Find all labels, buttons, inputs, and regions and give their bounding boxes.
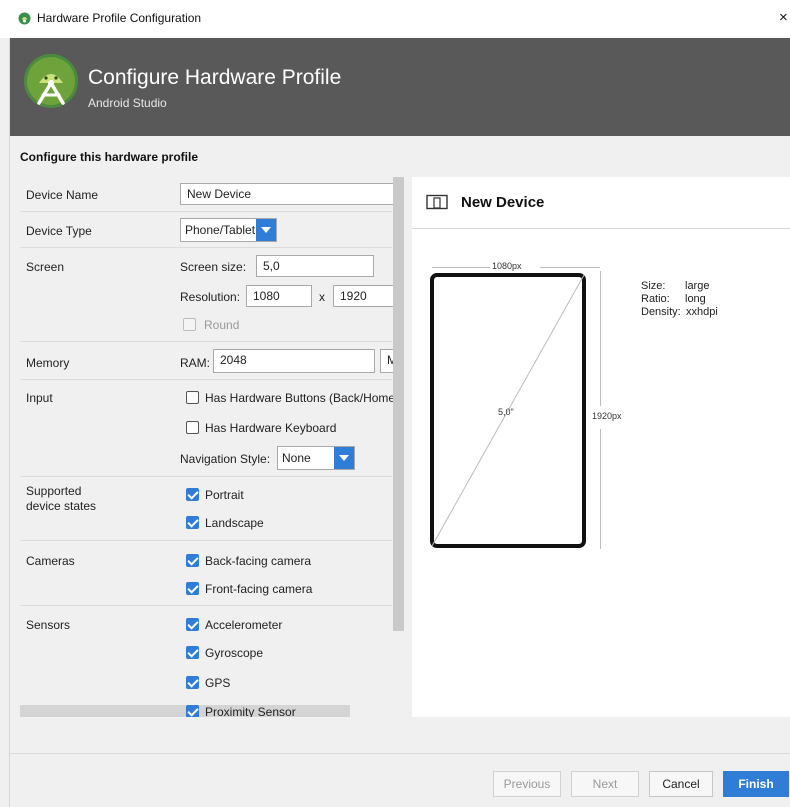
cancel-button[interactable]: Cancel (649, 771, 713, 797)
row-divider (20, 341, 392, 342)
landscape-checkbox[interactable] (186, 516, 199, 529)
finish-button[interactable]: Finish (723, 771, 789, 797)
row-divider (20, 379, 392, 380)
row-divider (20, 605, 392, 606)
supported-states-label-2: device states (26, 499, 97, 513)
width-px-label: 1080px (492, 261, 522, 271)
ram-input[interactable]: 2048 (213, 349, 375, 373)
navigation-style-dropdown[interactable]: None (277, 446, 355, 470)
finish-label: Finish (738, 777, 774, 791)
close-icon[interactable]: × (779, 9, 788, 26)
chevron-down-icon[interactable] (256, 219, 276, 241)
navigation-style-value: None (282, 451, 311, 465)
portrait-checkbox[interactable] (186, 488, 199, 501)
density-value: xxhdpi (686, 306, 718, 318)
hardware-keyboard-checkbox[interactable] (186, 421, 199, 434)
android-studio-icon (18, 12, 31, 25)
resolution-x: x (319, 290, 325, 304)
height-dimension-line (600, 271, 601, 406)
hardware-form: Device Name New Device Device Type Phone… (20, 177, 404, 717)
resolution-label: Resolution: (180, 290, 241, 304)
ram-label: RAM: (180, 356, 210, 370)
density-label: Density: (641, 306, 681, 318)
gyroscope-label: Gyroscope (205, 646, 264, 660)
hardware-keyboard-label: Has Hardware Keyboard (205, 421, 337, 435)
screen-size-input[interactable]: 5,0 (256, 255, 374, 277)
resolution-height-input[interactable]: 1920 (333, 285, 397, 307)
width-dimension-line (432, 267, 490, 268)
android-studio-logo (24, 54, 78, 108)
back-camera-checkbox[interactable] (186, 554, 199, 567)
gps-checkbox[interactable] (186, 676, 199, 689)
resolution-width-input[interactable]: 1080 (246, 285, 312, 307)
screen-size-label: Screen size: (180, 260, 247, 274)
sensors-label: Sensors (26, 618, 71, 632)
round-label: Round (204, 318, 240, 332)
previous-button[interactable]: Previous (493, 771, 561, 797)
memory-label: Memory (26, 356, 70, 370)
height-px-label: 1920px (592, 411, 622, 421)
accelerometer-checkbox[interactable] (186, 618, 199, 631)
back-camera-label: Back-facing camera (205, 554, 312, 568)
device-name-label: Device Name (26, 188, 99, 202)
device-type-label: Device Type (26, 224, 92, 238)
header-title: Configure Hardware Profile (88, 66, 342, 89)
height-dimension-line (600, 429, 601, 549)
phone-tablet-icon (426, 194, 448, 210)
row-divider (20, 476, 392, 477)
row-divider (20, 211, 392, 212)
input-label: Input (26, 391, 53, 405)
round-checkbox[interactable] (183, 318, 196, 331)
next-button[interactable]: Next (571, 771, 639, 797)
row-divider (20, 247, 392, 248)
ratio-label: Ratio: (641, 293, 670, 305)
accelerometer-label: Accelerometer (205, 618, 283, 632)
section-title: Configure this hardware profile (20, 150, 199, 164)
supported-states-label-1: Supported (26, 484, 82, 498)
front-camera-label: Front-facing camera (205, 582, 313, 596)
device-preview-panel: New Device 1080px 5,0" 1920px Size: larg… (412, 177, 790, 717)
device-name-input[interactable]: New Device (180, 183, 404, 205)
window-left-edge (0, 38, 10, 807)
hardware-buttons-label: Has Hardware Buttons (Back/Home/M (205, 391, 404, 405)
navigation-style-label: Navigation Style: (180, 452, 271, 466)
hardware-buttons-checkbox[interactable] (186, 391, 199, 404)
size-value: large (685, 280, 710, 292)
header-subtitle: Android Studio (88, 96, 167, 110)
screen-label: Screen (26, 260, 65, 274)
width-dimension-line (540, 267, 600, 268)
footer-divider (10, 753, 790, 754)
gps-label: GPS (205, 676, 231, 690)
cancel-label: Cancel (662, 777, 700, 791)
cameras-label: Cameras (26, 554, 75, 568)
diagonal-label: 5,0" (498, 407, 514, 417)
row-divider (20, 540, 392, 541)
window-title: Hardware Profile Configuration (37, 11, 202, 25)
preview-divider (412, 228, 790, 229)
window-titlebar: Hardware Profile Configuration × (0, 0, 790, 38)
form-scrollbar[interactable] (393, 177, 404, 631)
portrait-label: Portrait (205, 488, 244, 502)
partial-row-highlight (20, 705, 350, 717)
proximity-sensor-checkbox[interactable] (186, 705, 199, 717)
preview-device-name: New Device (461, 194, 545, 211)
device-type-dropdown[interactable]: Phone/Tablet (180, 218, 277, 242)
ratio-value: long (685, 293, 706, 305)
chevron-down-icon[interactable] (334, 447, 354, 469)
size-label: Size: (641, 280, 666, 292)
device-type-value: Phone/Tablet (185, 223, 256, 237)
proximity-sensor-label: Proximity Sensor (205, 705, 296, 717)
header-banner: Configure Hardware Profile Android Studi… (10, 38, 790, 136)
front-camera-checkbox[interactable] (186, 582, 199, 595)
gyroscope-checkbox[interactable] (186, 646, 199, 659)
landscape-label: Landscape (205, 516, 264, 530)
